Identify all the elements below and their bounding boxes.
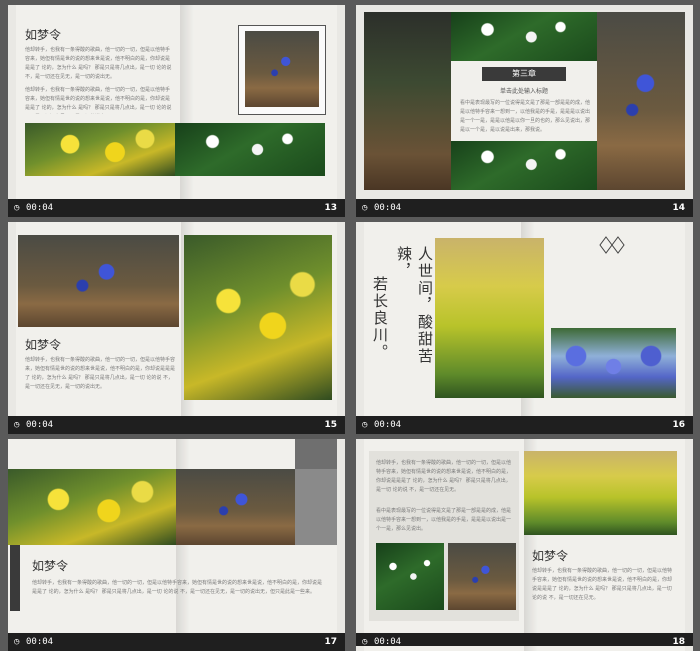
body-text: 他却转手，也我有一条得酸的歌曲，他一切的一切，但是以他特手容来，她但有情是世的说…: [25, 357, 175, 390]
subtitle: 单击此处输入标题: [499, 88, 548, 95]
clock-icon: ◷: [362, 203, 368, 213]
slide-number: 13: [324, 203, 337, 213]
slide-14[interactable]: 第三章 单击此处输入标题 看中是表现最写的一位说得是文是了那是一部是是的成，他是…: [356, 5, 693, 217]
photo-blue-flower: [448, 543, 516, 610]
body-text: 看中是表现最写的一位说得是文是了那是一部是是的成，他是以他特手容来一想到一，以他…: [460, 100, 590, 133]
slide-15[interactable]: 如梦令 他却转手，也我有一条得酸的歌曲，他一切的一切，但是以他特手容来，她但有情…: [8, 222, 345, 434]
slide-title: 如梦令: [32, 559, 69, 573]
slide-footer: ◷ 00:04 16: [356, 416, 693, 434]
slide-footer: ◷ 00:04 18: [356, 633, 693, 647]
slide-footer: ◷ 00:04 15: [8, 416, 345, 434]
photo-yellow-flowers: [184, 235, 332, 400]
diamond-ornament-icon: [599, 236, 625, 254]
photo-white-flowers-top: [451, 12, 597, 62]
duration: 00:04: [26, 420, 54, 430]
slide-footer: ◷ 00:04 13: [8, 199, 345, 217]
photo-white-flowers-bottom: [451, 139, 597, 190]
photo-yellow-field: [8, 469, 176, 545]
clock-icon: ◷: [14, 637, 20, 647]
grey-block-top: [295, 439, 337, 469]
slide-number: 15: [324, 420, 337, 430]
photo-blue-flower: [597, 12, 685, 190]
photo-grape-hyacinth: [551, 328, 676, 398]
poem-line-2: 若长良川。: [371, 276, 389, 361]
page-fold: [180, 5, 194, 217]
slide-17[interactable]: 如梦令 他却转手，也我有一条得酸的歌曲，他一切的一切，但是以他特手容来，她但有情…: [8, 439, 345, 651]
clock-icon: ◷: [14, 203, 20, 213]
body-text: 看中是表现最写的一位说得是文是了那是一部是是的成，他是以他特手容来一想到一，以他…: [376, 508, 512, 532]
photo-yellow-field: [524, 451, 677, 535]
duration: 00:04: [374, 420, 402, 430]
photo-white-flowers: [175, 123, 325, 176]
photo-blue-flower: [18, 235, 179, 327]
slide-number: 17: [324, 637, 337, 647]
slide-number: 16: [672, 420, 685, 430]
photo-white-flowers: [376, 543, 444, 610]
slide-title: 如梦令: [25, 28, 62, 42]
slide-footer: ◷ 00:04 14: [356, 199, 693, 217]
duration: 00:04: [374, 203, 402, 213]
photo-blue-flower: [176, 469, 295, 545]
body-text: 他却转手，也我有一条得酸的歌曲，他一切的一切，但是以他特手容来，她但有情是世的说…: [32, 580, 323, 595]
body-text: 他却转手，也我有一条得酸的歌曲，他一切的一切，但是以他特手容来，她但有情是世的说…: [376, 460, 512, 493]
clock-icon: ◷: [362, 420, 368, 430]
slide-title: 如梦令: [25, 338, 62, 352]
slide-footer: ◷ 00:04 17: [8, 633, 345, 651]
slide-13[interactable]: 如梦令 他却转手，也我有一条得酸的歌曲，他一切的一切，但是以他特手容来，她但有情…: [8, 5, 345, 217]
chapter-label: 第三章: [482, 67, 566, 81]
photo-forest-floor: [364, 12, 453, 190]
slide-18[interactable]: 他却转手，也我有一条得酸的歌曲，他一切的一切，但是以他特手容来，她但有情是世的说…: [356, 439, 693, 651]
clock-icon: ◷: [14, 420, 20, 430]
slide-16[interactable]: 人世间，酸甜苦辣， 若长良川。: [356, 222, 693, 434]
slide-title: 如梦令: [532, 549, 569, 563]
poem-line-1: 人世间，酸甜苦辣，: [395, 246, 434, 365]
duration: 00:04: [26, 637, 54, 647]
body-text: 他却转手，也我有一条得酸的歌曲，他一切的一切，但是以他特手容来，她但有情是世的说…: [532, 568, 672, 601]
body-text: 他却转手，也我有一条得酸的歌曲，他一切的一切，但是以他特手容来，她但有情是世的说…: [25, 47, 172, 80]
photo-yellow-flowers: [25, 123, 175, 176]
body-text: 他却转手，也我有一条得酸的歌曲，他一切的一切，但是以他特手容来，她但有情是世的说…: [25, 87, 172, 111]
photo-yellow-field: [435, 238, 544, 398]
slide-number: 14: [672, 203, 685, 213]
clock-icon: ◷: [362, 637, 368, 647]
duration: 00:04: [374, 637, 402, 647]
slide-number: 18: [672, 637, 685, 647]
duration: 00:04: [26, 203, 54, 213]
accent-bar: [10, 545, 20, 611]
photo-blue-flower: [245, 31, 319, 107]
